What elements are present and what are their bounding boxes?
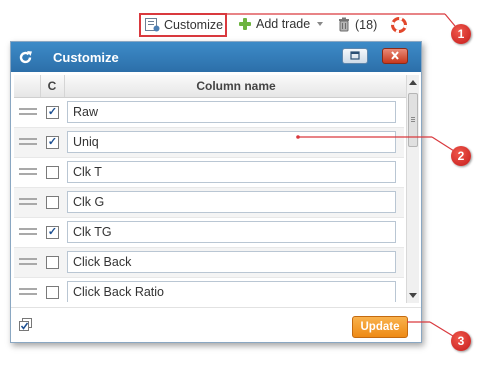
callout-3: 3 bbox=[451, 331, 471, 351]
callout-2: 2 bbox=[451, 146, 471, 166]
callout-lines bbox=[227, 13, 456, 337]
callout-1: 1 bbox=[451, 24, 471, 44]
